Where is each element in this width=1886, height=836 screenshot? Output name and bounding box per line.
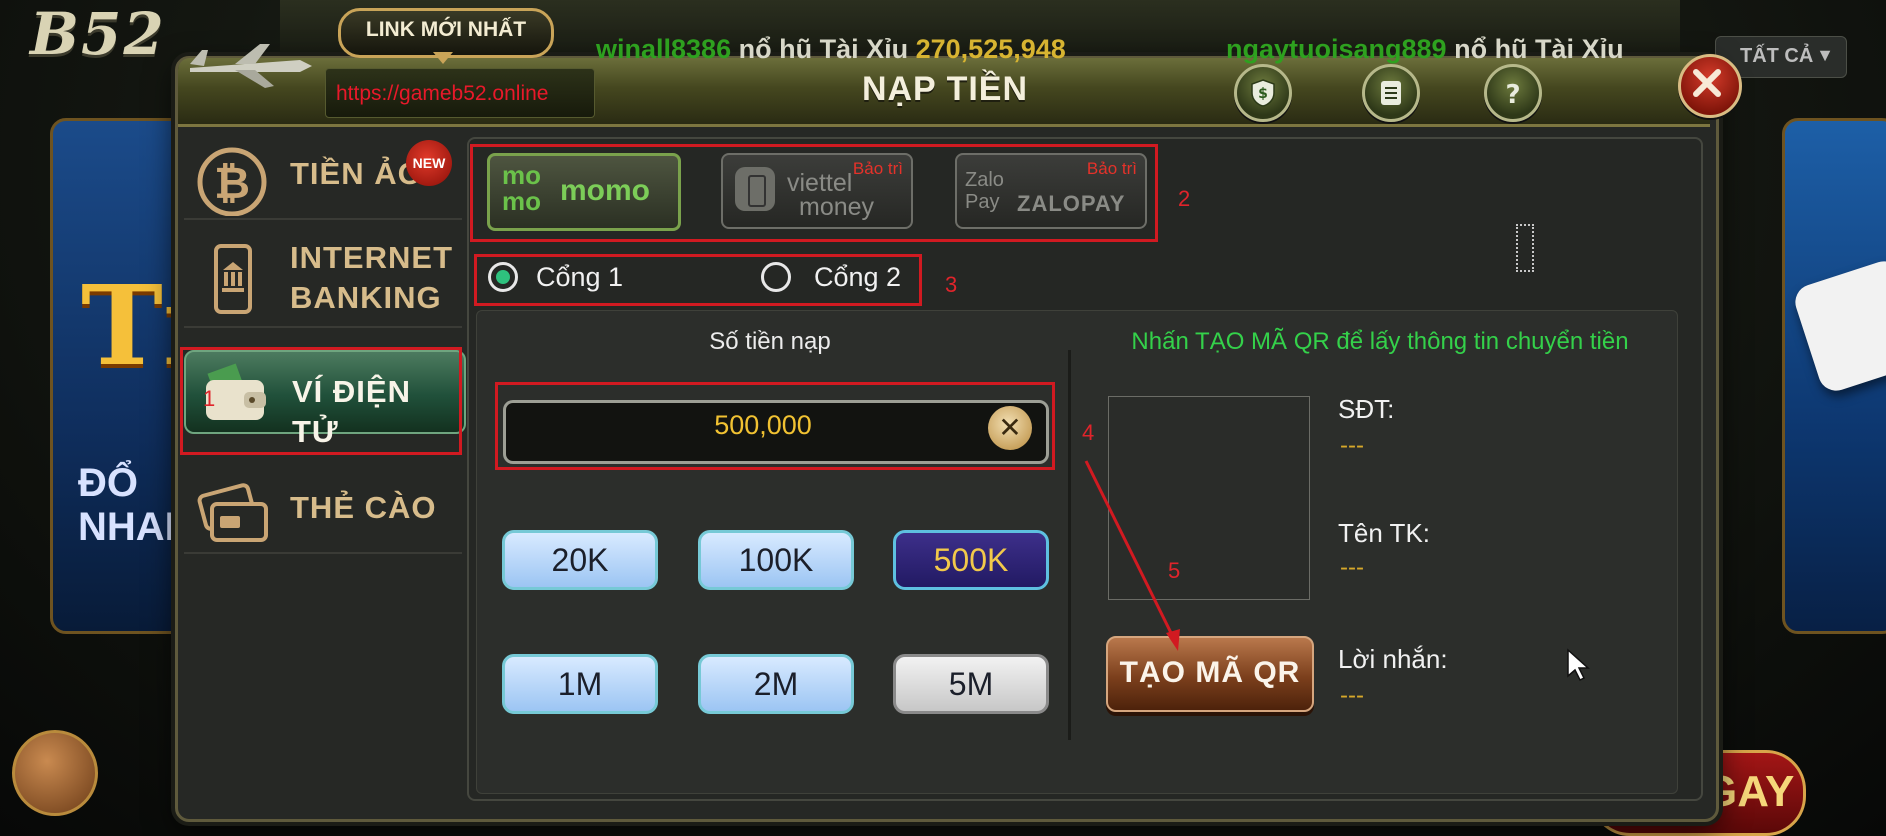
qr-hint-text: Nhấn TẠO MÃ QR để lấy thông tin chuyển t…	[1131, 328, 1629, 355]
annotation-number-2: 2	[1178, 186, 1191, 211]
jackpot-ticker-2: ngaytuoisang889 nổ hũ Tài Xỉu	[1226, 34, 1624, 64]
svg-text:₿: ₿	[214, 158, 250, 209]
message-value: ---	[1340, 682, 1364, 709]
question-mark-icon: ?	[1505, 80, 1520, 108]
background-promo-card-right	[1782, 118, 1886, 634]
amount-chip-5m[interactable]: 5M	[893, 654, 1049, 714]
latest-link-badge[interactable]: LINK MỚI NHẤT	[338, 8, 554, 58]
account-name-label: Tên TK:	[1338, 518, 1431, 548]
close-button[interactable]	[1678, 54, 1742, 118]
new-badge: NEW	[406, 140, 452, 186]
payment-method-sidebar: ₿ TIỀN ẢO NEW INTERNET BANKING VÍ ĐIỆN T…	[184, 130, 466, 790]
sidebar-item-internet-banking[interactable]: INTERNET BANKING	[184, 228, 462, 328]
svg-text:?: ?	[1505, 80, 1520, 108]
phone-label: SĐT:	[1338, 394, 1395, 424]
jackpot-ticker-1: winall8386 nổ hũ Tài Xỉu 270,525,948	[596, 34, 1066, 64]
amount-chip-100k[interactable]: 100K	[698, 530, 854, 590]
svg-text:$: $	[1258, 86, 1268, 102]
mobile-bank-icon	[214, 244, 252, 314]
card-icon	[197, 483, 268, 542]
sidebar-item-label: THẺ CÀO	[290, 490, 437, 525]
amount-chip-1m[interactable]: 1M	[502, 654, 658, 714]
amount-title: Số tiền nạp	[709, 328, 831, 355]
player-avatar[interactable]	[12, 730, 98, 816]
amount-chip-2m[interactable]: 2M	[698, 654, 854, 714]
plane-icon	[190, 44, 312, 88]
modal-title: NẠP TIỀN	[861, 70, 1029, 108]
annotation-box-2	[470, 144, 1158, 242]
close-icon	[1693, 69, 1721, 97]
annotation-number-1: 1	[203, 386, 216, 411]
document-icon	[1381, 81, 1401, 105]
sidebar-item-crypto[interactable]: ₿ TIỀN ẢO NEW	[184, 132, 462, 220]
shield-dollar-icon: $	[1251, 79, 1275, 107]
dice-icon	[1790, 256, 1886, 396]
sidebar-item-label: BANKING	[290, 280, 442, 315]
panel-divider	[1068, 350, 1071, 740]
account-name-value: ---	[1340, 554, 1364, 581]
annotation-number-3: 3	[945, 272, 958, 297]
game-url-link[interactable]: https://gameb52.online	[336, 82, 548, 106]
sidebar-item-scratch-card[interactable]: THẺ CÀO	[184, 466, 462, 554]
history-button[interactable]	[1362, 64, 1420, 122]
selection-marker	[1516, 224, 1534, 272]
chevron-down-icon: ▼	[1816, 45, 1834, 65]
phone-value: ---	[1340, 432, 1364, 459]
help-button[interactable]: ?	[1484, 64, 1542, 122]
annotation-arrow	[1084, 460, 1180, 651]
bitcoin-icon: ₿	[197, 147, 267, 216]
sidebar-item-label: TIỀN ẢO	[290, 156, 423, 191]
annotation-number-4: 4	[1082, 420, 1095, 445]
message-label: Lời nhắn:	[1338, 644, 1448, 674]
link-badge-pointer	[433, 52, 453, 64]
amount-chip-20k[interactable]: 20K	[502, 530, 658, 590]
annotation-box-1	[180, 347, 462, 455]
annotation-box-3	[474, 254, 922, 306]
sidebar-item-label: INTERNET	[290, 240, 453, 275]
money-shield-button[interactable]: $	[1234, 64, 1292, 122]
amount-chip-500k[interactable]: 500K	[893, 530, 1049, 590]
annotation-box-4	[495, 382, 1055, 470]
mouse-cursor-icon	[1567, 648, 1590, 682]
